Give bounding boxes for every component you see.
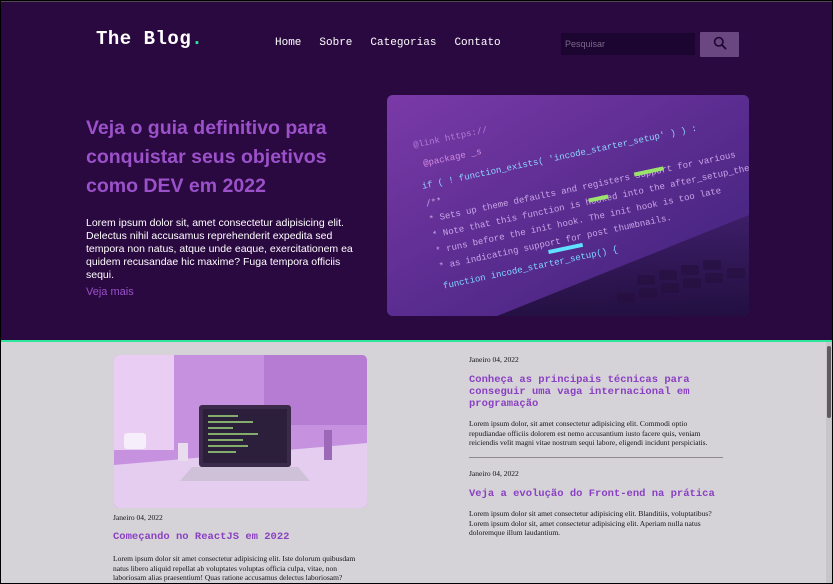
logo-text: The Blog bbox=[96, 28, 192, 50]
hero-description: Lorem ipsum dolor sit, amet consectetur … bbox=[86, 217, 353, 281]
nav-categorias[interactable]: Categorias bbox=[370, 37, 436, 49]
hero-read-more-link[interactable]: Veja mais bbox=[86, 286, 134, 298]
hero-title: Veja o guia definitivo para conquistar s… bbox=[86, 117, 327, 197]
post-item: Janeiro 04, 2022 Conheça as principais t… bbox=[469, 355, 723, 448]
featured-post-title[interactable]: Começando no ReactJS em 2022 bbox=[113, 531, 289, 543]
search-icon bbox=[713, 36, 727, 53]
post-date: Janeiro 04, 2022 bbox=[469, 469, 519, 478]
post-separator bbox=[469, 457, 723, 458]
featured-post-excerpt: Lorem ipsum dolor sit amet consectetur a… bbox=[113, 554, 356, 582]
featured-post-date: Janeiro 04, 2022 bbox=[113, 513, 163, 522]
hero-image[interactable]: @link https:// @package _s if ( ! functi… bbox=[387, 95, 749, 316]
featured-post-image[interactable] bbox=[114, 355, 367, 508]
nav-sobre[interactable]: Sobre bbox=[319, 37, 352, 49]
hero-section: The Blog. Home Sobre Categorias Contato … bbox=[1, 2, 832, 340]
search-button[interactable] bbox=[700, 32, 739, 57]
main-nav: Home Sobre Categorias Contato bbox=[275, 37, 501, 49]
post-title[interactable]: Conheça as principais técnicas para cons… bbox=[469, 374, 723, 410]
laptop-desk-illustration bbox=[114, 355, 367, 508]
post-item: Janeiro 04, 2022 Veja a evolução do Fron… bbox=[469, 469, 723, 538]
posts-section: Janeiro 04, 2022 Começando no ReactJS em… bbox=[1, 342, 832, 583]
post-excerpt: Lorem ipsum dolor, sit amet consectetur … bbox=[469, 419, 708, 447]
featured-post[interactable] bbox=[114, 355, 367, 508]
post-excerpt: Lorem ipsum dolor sit amet consectetur a… bbox=[469, 509, 712, 537]
logo-dot: . bbox=[191, 28, 204, 50]
scrollbar-thumb[interactable] bbox=[827, 346, 831, 418]
site-logo[interactable]: The Blog. bbox=[96, 28, 203, 50]
browser-viewport: The Blog. Home Sobre Categorias Contato … bbox=[1, 1, 832, 583]
post-date: Janeiro 04, 2022 bbox=[469, 355, 519, 364]
nav-home[interactable]: Home bbox=[275, 37, 301, 49]
code-laptop-illustration: @link https:// @package _s if ( ! functi… bbox=[387, 95, 749, 316]
nav-contato[interactable]: Contato bbox=[454, 37, 500, 49]
post-title[interactable]: Veja a evolução do Front-end na prática bbox=[469, 488, 723, 500]
search-input[interactable] bbox=[561, 33, 695, 55]
